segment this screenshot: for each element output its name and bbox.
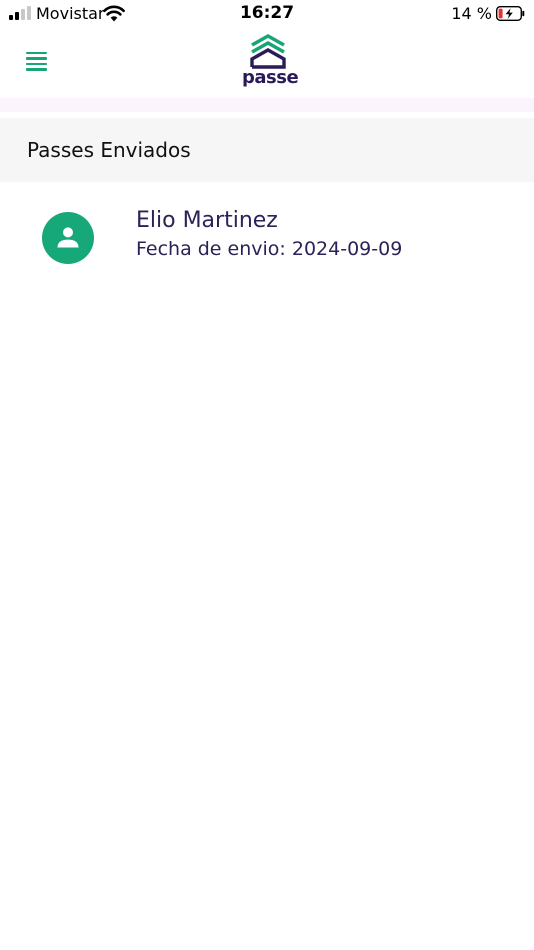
header-divider <box>0 98 534 112</box>
pass-sent-date: Fecha de envio: 2024-09-09 <box>136 238 403 260</box>
page-title: Passes Enviados <box>27 138 191 162</box>
passes-list: Elio Martinez Fecha de envio: 2024-09-09 <box>0 182 534 294</box>
section-header: Passes Enviados <box>0 118 534 182</box>
list-item[interactable]: Elio Martinez Fecha de envio: 2024-09-09 <box>0 182 534 294</box>
house-logo-icon <box>250 34 286 69</box>
screen: Movistar 16:27 14 % passe Passes Enviado… <box>0 0 534 950</box>
passe-logo: passe <box>242 33 299 93</box>
logo-text: passe <box>242 67 299 88</box>
avatar <box>42 212 94 264</box>
person-icon <box>57 227 79 248</box>
battery-charging-icon <box>496 6 525 21</box>
pass-recipient-name: Elio Martinez <box>136 208 278 233</box>
status-bar: Movistar 16:27 14 % <box>0 0 534 28</box>
battery-percent: 14 % <box>451 4 492 23</box>
app-header: passe <box>0 28 534 98</box>
hamburger-menu-icon[interactable] <box>26 52 47 71</box>
